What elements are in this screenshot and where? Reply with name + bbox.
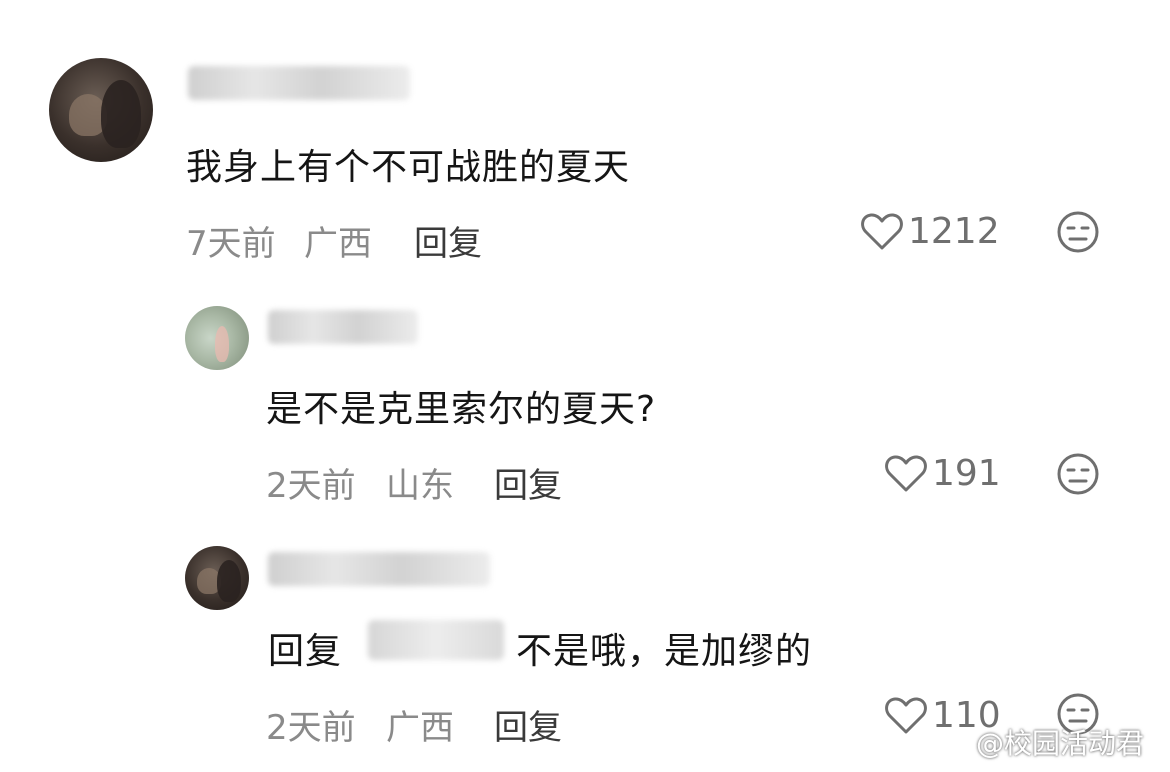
avatar[interactable] bbox=[49, 58, 153, 162]
comment-location: 山东 bbox=[386, 466, 454, 506]
heart-outline-icon bbox=[861, 213, 903, 250]
reply-button[interactable]: 回复 bbox=[494, 700, 562, 749]
username-blurred[interactable] bbox=[268, 310, 418, 344]
comment-text: 不是哦，是加缪的 bbox=[516, 631, 813, 672]
mentioned-username-blurred[interactable] bbox=[368, 620, 504, 660]
comment-time: 7天前 bbox=[186, 224, 276, 264]
avatar[interactable] bbox=[185, 306, 249, 370]
like-count: 191 bbox=[932, 452, 1001, 494]
reply-button[interactable]: 回复 bbox=[494, 458, 562, 507]
watermark: @校园活动君 bbox=[930, 722, 1144, 762]
heart-outline-icon bbox=[885, 455, 927, 492]
comment-text-prefix: 回复 bbox=[268, 631, 343, 672]
avatar-figure bbox=[217, 560, 241, 602]
avatar-figure bbox=[101, 80, 141, 148]
username-blurred[interactable] bbox=[188, 66, 410, 100]
username-blurred[interactable] bbox=[268, 552, 490, 586]
emoji-button[interactable] bbox=[1056, 452, 1100, 500]
comment-location: 广西 bbox=[304, 224, 372, 264]
neutral-face-icon bbox=[1057, 211, 1099, 253]
comment-time: 2天前 bbox=[266, 708, 356, 748]
like-button[interactable]: 191 bbox=[884, 452, 1001, 494]
comment-time: 2天前 bbox=[266, 466, 356, 506]
heart-outline-icon bbox=[885, 697, 927, 734]
like-button[interactable]: 1212 bbox=[860, 210, 1000, 252]
avatar-figure bbox=[215, 326, 229, 362]
comment-text: 是不是克里索尔的夏天? bbox=[266, 389, 657, 430]
comment-location: 广西 bbox=[386, 708, 454, 748]
emoji-button[interactable] bbox=[1056, 210, 1100, 258]
avatar[interactable] bbox=[185, 546, 249, 610]
comment-text: 我身上有个不可战胜的夏天 bbox=[186, 147, 631, 188]
neutral-face-icon bbox=[1057, 453, 1099, 495]
like-count: 1212 bbox=[908, 210, 1000, 252]
watermark-text: @校园活动君 bbox=[976, 727, 1145, 760]
reply-button[interactable]: 回复 bbox=[414, 216, 482, 265]
weibo-logo-icon bbox=[931, 728, 969, 758]
